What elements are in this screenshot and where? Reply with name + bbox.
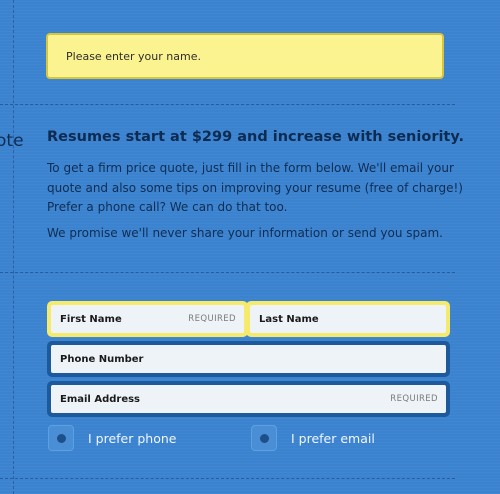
- prefer-phone-option[interactable]: I prefer phone: [48, 425, 176, 451]
- prefer-email-label[interactable]: I prefer email: [291, 431, 375, 446]
- radio-dot-icon: [56, 433, 66, 443]
- prefer-email-option[interactable]: I prefer email: [251, 425, 375, 451]
- side-label: ote: [0, 131, 24, 151]
- divider: [0, 272, 455, 273]
- last-name-placeholder: Last Name: [259, 313, 319, 325]
- phone-number-input[interactable]: Phone Number: [51, 345, 446, 373]
- prefer-phone-label[interactable]: I prefer phone: [88, 431, 176, 446]
- first-name-field-wrapper: First Name REQUIRED: [47, 301, 248, 337]
- intro-paragraph: To get a firm price quote, just fill in …: [47, 161, 463, 214]
- divider: [0, 104, 455, 105]
- page-edge-guide: [13, 0, 14, 494]
- first-name-input[interactable]: First Name REQUIRED: [51, 305, 244, 333]
- first-name-placeholder: First Name: [60, 313, 122, 325]
- email-address-input[interactable]: Email Address REQUIRED: [51, 385, 446, 413]
- radio-dot-icon: [259, 433, 269, 443]
- phone-field-wrapper: Phone Number: [47, 341, 450, 377]
- last-name-field-wrapper: Last Name: [246, 301, 450, 337]
- alert-message: Please enter your name.: [66, 49, 201, 63]
- last-name-input[interactable]: Last Name: [250, 305, 446, 333]
- prefer-email-radio[interactable]: [251, 425, 277, 451]
- divider: [0, 478, 455, 479]
- email-field-wrapper: Email Address REQUIRED: [47, 381, 450, 417]
- phone-placeholder: Phone Number: [60, 353, 144, 365]
- validation-alert: Please enter your name.: [46, 33, 444, 79]
- required-indicator: REQUIRED: [390, 394, 438, 404]
- email-placeholder: Email Address: [60, 393, 141, 405]
- privacy-paragraph: We promise we'll never share your inform…: [47, 226, 443, 240]
- pricing-heading: Resumes start at $299 and increase with …: [47, 129, 464, 145]
- prefer-phone-radio[interactable]: [48, 425, 74, 451]
- required-indicator: REQUIRED: [188, 314, 236, 324]
